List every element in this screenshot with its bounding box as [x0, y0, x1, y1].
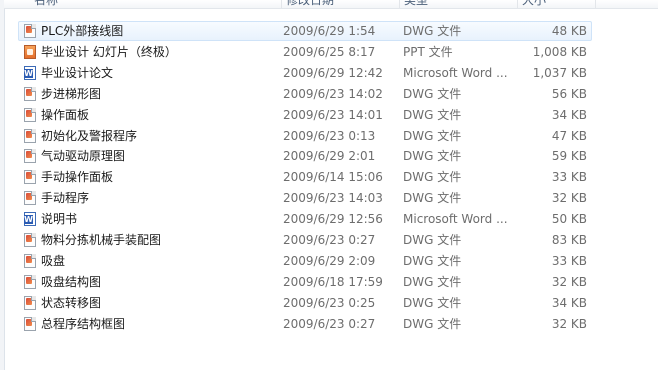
file-name: 状态转移图	[41, 296, 102, 310]
file-type: Microsoft Word ...	[403, 66, 508, 80]
file-size: 47 KB	[551, 129, 587, 143]
file-name: 初始化及警报程序	[41, 129, 138, 143]
file-name: 吸盘	[41, 254, 66, 268]
column-header-date[interactable]: 修改日期	[282, 0, 400, 8]
file-type: Microsoft Word ...	[403, 212, 508, 226]
file-modified-date: 2009/6/18 17:59	[283, 275, 383, 289]
file-name: 总程序结构框图	[41, 317, 126, 331]
word-file-icon: W	[24, 66, 36, 80]
file-type: DWG 文件	[403, 24, 462, 38]
file-size: 56 KB	[551, 87, 587, 101]
file-size: 32 KB	[551, 275, 587, 289]
file-type: DWG 文件	[403, 254, 462, 268]
file-modified-date: 2009/6/23 14:03	[283, 191, 383, 205]
file-row[interactable]: 步进梯形图 2009/6/23 14:02 DWG 文件 56 KB	[18, 84, 592, 104]
file-type: DWG 文件	[403, 129, 462, 143]
dwg-file-icon	[24, 87, 36, 101]
file-name: 说明书	[41, 212, 78, 226]
file-size: 1,008 KB	[532, 45, 587, 59]
file-modified-date: 2009/6/29 2:09	[283, 254, 376, 268]
file-size: 48 KB	[551, 24, 587, 38]
file-size: 34 KB	[551, 296, 587, 310]
dwg-file-icon	[24, 254, 36, 268]
file-name: 毕业设计 幻灯片（终极）	[41, 45, 177, 59]
column-header-bar: 名称 修改日期 类型 大小	[4, 0, 662, 9]
file-modified-date: 2009/6/23 14:01	[283, 108, 383, 122]
dwg-file-icon	[24, 129, 36, 143]
file-name: 手动程序	[41, 191, 90, 205]
file-modified-date: 2009/6/23 0:13	[283, 129, 376, 143]
column-header-type[interactable]: 类型	[400, 0, 518, 8]
dwg-file-icon	[24, 296, 36, 310]
file-modified-date: 2009/6/23 14:02	[283, 87, 383, 101]
file-row[interactable]: 手动操作面板 2009/6/14 15:06 DWG 文件 33 KB	[18, 167, 592, 187]
file-modified-date: 2009/6/29 12:42	[283, 66, 383, 80]
file-type: DWG 文件	[403, 108, 462, 122]
file-row[interactable]: 总程序结构框图 2009/6/23 0:27 DWG 文件 32 KB	[18, 314, 592, 334]
file-row[interactable]: PLC外部接线图 2009/6/29 1:54 DWG 文件 48 KB	[18, 21, 592, 41]
dwg-file-icon	[24, 108, 36, 122]
file-row[interactable]: 操作面板 2009/6/23 14:01 DWG 文件 34 KB	[18, 105, 592, 125]
file-name: 气动驱动原理图	[41, 149, 126, 163]
file-type: DWG 文件	[403, 233, 462, 247]
file-name: 吸盘结构图	[41, 275, 102, 289]
file-row[interactable]: 吸盘结构图 2009/6/18 17:59 DWG 文件 32 KB	[18, 272, 592, 292]
file-size: 33 KB	[551, 254, 587, 268]
dwg-file-icon	[24, 170, 36, 184]
file-row[interactable]: 初始化及警报程序 2009/6/23 0:13 DWG 文件 47 KB	[18, 126, 592, 146]
file-row[interactable]: 状态转移图 2009/6/23 0:25 DWG 文件 34 KB	[18, 293, 592, 313]
file-modified-date: 2009/6/29 1:54	[283, 24, 376, 38]
file-name: 毕业设计论文	[41, 66, 114, 80]
file-size: 34 KB	[551, 108, 587, 122]
right-edge	[658, 0, 662, 370]
dwg-file-icon	[24, 149, 36, 163]
file-row[interactable]: W 说明书 2009/6/29 12:56 Microsoft Word ... 50 …	[18, 209, 592, 229]
file-size: 32 KB	[551, 191, 587, 205]
file-row[interactable]: 气动驱动原理图 2009/6/29 2:01 DWG 文件 59 KB	[18, 146, 592, 166]
file-type: DWG 文件	[403, 149, 462, 163]
file-name: PLC外部接线图	[41, 24, 124, 38]
file-row[interactable]: 手动程序 2009/6/23 14:03 DWG 文件 32 KB	[18, 188, 592, 208]
file-row[interactable]: W 毕业设计论文 2009/6/29 12:42 Microsoft Word ...…	[18, 63, 592, 83]
file-type: DWG 文件	[403, 296, 462, 310]
file-modified-date: 2009/6/23 0:27	[283, 233, 376, 247]
file-name: 步进梯形图	[41, 87, 102, 101]
file-modified-date: 2009/6/23 0:27	[283, 317, 376, 331]
file-row[interactable]: 毕业设计 幻灯片（终极） 2009/6/25 8:17 PPT 文件 1,008 KB	[18, 42, 592, 62]
file-modified-date: 2009/6/14 15:06	[283, 170, 383, 184]
dwg-file-icon	[24, 24, 36, 38]
ppt-file-icon	[24, 45, 36, 59]
dwg-file-icon	[24, 191, 36, 205]
file-name: 手动操作面板	[41, 170, 114, 184]
file-modified-date: 2009/6/23 0:25	[283, 296, 376, 310]
dwg-file-icon	[24, 275, 36, 289]
dwg-file-icon	[24, 317, 36, 331]
file-name: 操作面板	[41, 108, 90, 122]
file-size: 1,037 KB	[532, 66, 587, 80]
file-type: DWG 文件	[403, 170, 462, 184]
column-header-size[interactable]: 大小	[518, 0, 596, 8]
dwg-file-icon	[24, 233, 36, 247]
column-header-name[interactable]: 名称	[30, 0, 282, 8]
file-size: 33 KB	[551, 170, 587, 184]
word-file-icon: W	[24, 212, 36, 226]
file-size: 59 KB	[551, 149, 587, 163]
file-type: DWG 文件	[403, 87, 462, 101]
file-row[interactable]: 吸盘 2009/6/29 2:09 DWG 文件 33 KB	[18, 251, 592, 271]
file-type: DWG 文件	[403, 317, 462, 331]
file-type: DWG 文件	[403, 191, 462, 205]
file-size: 32 KB	[551, 317, 587, 331]
navigation-pane-edge	[0, 0, 5, 370]
file-modified-date: 2009/6/29 12:56	[283, 212, 383, 226]
file-row[interactable]: 物料分拣机械手装配图 2009/6/23 0:27 DWG 文件 83 KB	[18, 230, 592, 250]
file-name: 物料分拣机械手装配图	[41, 233, 162, 247]
file-size: 50 KB	[551, 212, 587, 226]
file-modified-date: 2009/6/29 2:01	[283, 149, 376, 163]
file-size: 83 KB	[551, 233, 587, 247]
file-type: DWG 文件	[403, 275, 462, 289]
file-modified-date: 2009/6/25 8:17	[283, 45, 376, 59]
file-type: PPT 文件	[403, 45, 453, 59]
